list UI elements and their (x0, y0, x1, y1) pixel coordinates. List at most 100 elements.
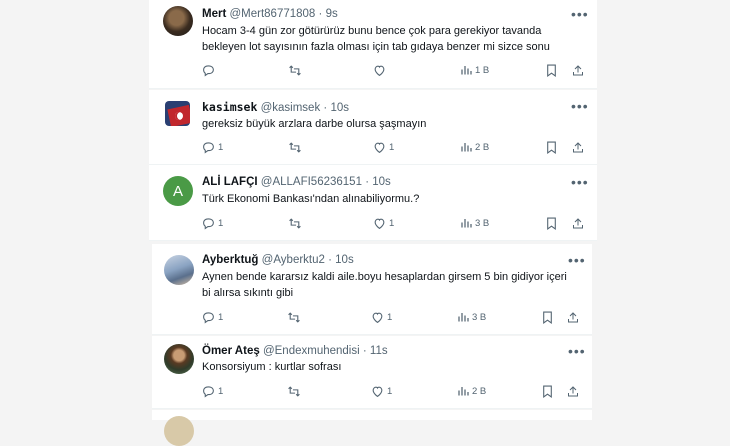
views-button[interactable]: 2 B (457, 385, 486, 397)
bookmark-icon (547, 141, 556, 154)
bookmark-icon (543, 385, 552, 398)
like-count: 1 (387, 312, 393, 323)
retweet-button[interactable] (288, 64, 305, 77)
share-button[interactable] (567, 385, 579, 398)
like-button[interactable]: 1 (373, 217, 394, 230)
timestamp[interactable]: 11s (370, 345, 388, 357)
more-icon[interactable]: ••• (568, 253, 586, 267)
separator: · (323, 102, 328, 114)
reply-count: 1 (218, 312, 224, 323)
views-icon (461, 219, 472, 228)
avatar[interactable] (164, 344, 194, 374)
tweet-card[interactable]: Ayberktuğ @Ayberktu2 · 10s ••• Aynen ben… (152, 244, 592, 335)
more-icon[interactable]: ••• (568, 344, 586, 358)
author-handle[interactable]: @ALLAFI56236151 (261, 176, 362, 188)
retweet-button[interactable] (287, 311, 304, 324)
like-icon (372, 386, 383, 398)
author-handle[interactable]: @Endexmuhendisi (263, 345, 360, 357)
views-button[interactable]: 2 B (460, 141, 489, 153)
bookmark-icon (547, 217, 556, 230)
tweet-text-line: Türk Ekonomi Bankası'ndan alınabiliyormu… (202, 193, 420, 205)
like-count: 1 (387, 386, 393, 397)
views-count: 2 B (472, 385, 487, 397)
tweet-text: Konsorsiyum : kurtlar sofrası (202, 359, 341, 375)
reply-icon (203, 65, 214, 77)
avatar[interactable] (165, 101, 190, 126)
tweet-header: Ayberktuğ @Ayberktu2 · 10s (202, 254, 354, 266)
share-button[interactable] (572, 141, 584, 154)
tweet-header: ALİ LAFÇI @ALLAFI56236151 · 10s (202, 176, 391, 188)
author-name[interactable]: Mert (202, 8, 226, 20)
avatar[interactable] (164, 255, 194, 285)
timestamp[interactable]: 10s (330, 102, 349, 114)
bookmark-button[interactable] (546, 217, 557, 230)
bookmark-button[interactable] (542, 311, 553, 324)
like-count: 1 (389, 218, 395, 229)
tweet-card[interactable]: Mert @Mert86771808 · 9s ••• Hocam 3-4 gü… (149, 0, 597, 89)
avatar[interactable] (164, 416, 194, 446)
like-button[interactable]: 1 (371, 385, 392, 398)
tweet-card[interactable]: A ALİ LAFÇI @ALLAFI56236151 · 10s ••• Tü… (149, 165, 597, 241)
more-icon[interactable]: ••• (571, 175, 589, 189)
views-count: 3 B (472, 311, 487, 323)
views-icon (458, 387, 469, 396)
share-button[interactable] (567, 311, 579, 324)
reply-button[interactable]: 1 (202, 311, 223, 324)
share-icon (568, 312, 578, 323)
avatar[interactable]: A (163, 176, 193, 206)
timestamp[interactable]: 10s (372, 176, 391, 188)
views-count: 3 B (475, 217, 490, 229)
views-button[interactable]: 3 B (460, 217, 489, 229)
like-button[interactable] (373, 64, 389, 77)
tweet-text-line: bekleyen lot sayısının fazla olması için… (202, 41, 550, 53)
author-handle[interactable]: @Ayberktu2 (262, 254, 325, 266)
retweet-icon (289, 142, 301, 153)
retweet-button[interactable] (288, 217, 305, 230)
reply-button[interactable]: 1 (202, 385, 223, 398)
views-count: 1 B (475, 64, 490, 76)
avatar[interactable] (163, 6, 193, 36)
bookmark-button[interactable] (546, 64, 557, 77)
reply-icon (203, 312, 214, 324)
separator: · (365, 176, 370, 188)
like-icon (372, 312, 383, 324)
reply-button[interactable]: 1 (202, 217, 223, 230)
tweet-card-partial[interactable] (152, 410, 592, 446)
retweet-button[interactable] (288, 141, 305, 154)
tweet-text-line: bi alırsa sıkıntı gibi (202, 287, 294, 299)
reply-button[interactable]: 1 (202, 141, 223, 154)
share-icon (573, 142, 583, 153)
tweet-card[interactable]: kasimsek @kasimsek · 10s ••• gereksiz bü… (149, 90, 597, 165)
share-button[interactable] (572, 217, 584, 230)
timestamp[interactable]: 9s (326, 8, 338, 20)
views-button[interactable]: 1 B (460, 64, 489, 76)
reply-count: 1 (218, 386, 224, 397)
retweet-icon (288, 312, 300, 323)
tweet-header: Mert @Mert86771808 · 9s (202, 8, 338, 20)
tweet-text: Aynen bende kararsız kaldi aile.boyu hes… (202, 269, 567, 301)
author-handle[interactable]: @kasimsek (261, 102, 321, 114)
author-name[interactable]: ALİ LAFÇI (202, 176, 258, 188)
author-name[interactable]: kasimsek (202, 100, 257, 114)
author-name[interactable]: Ayberktuğ (202, 254, 258, 266)
reply-count: 1 (218, 218, 224, 229)
bookmark-button[interactable] (546, 141, 557, 154)
tweet-text-line: Aynen bende kararsız kaldi aile.boyu hes… (202, 271, 567, 283)
retweet-icon (289, 218, 301, 229)
more-icon[interactable]: ••• (571, 99, 589, 113)
author-handle[interactable]: @Mert86771808 (229, 8, 315, 20)
timestamp[interactable]: 10s (335, 254, 354, 266)
like-button[interactable]: 1 (371, 311, 392, 324)
author-name[interactable]: Ömer Ateş (202, 345, 260, 357)
bookmark-button[interactable] (542, 385, 553, 398)
like-button[interactable]: 1 (373, 141, 394, 154)
share-icon (568, 386, 578, 397)
more-icon[interactable]: ••• (571, 7, 589, 21)
share-button[interactable] (572, 64, 584, 77)
reply-button[interactable] (202, 64, 218, 77)
tweet-text: gereksiz büyük arzlara darbe olursa şaşm… (202, 116, 426, 132)
retweet-button[interactable] (287, 385, 304, 398)
views-button[interactable]: 3 B (457, 311, 486, 323)
reply-icon (203, 386, 214, 398)
tweet-card[interactable]: Ömer Ateş @Endexmuhendisi · 11s ••• Kons… (152, 336, 592, 409)
